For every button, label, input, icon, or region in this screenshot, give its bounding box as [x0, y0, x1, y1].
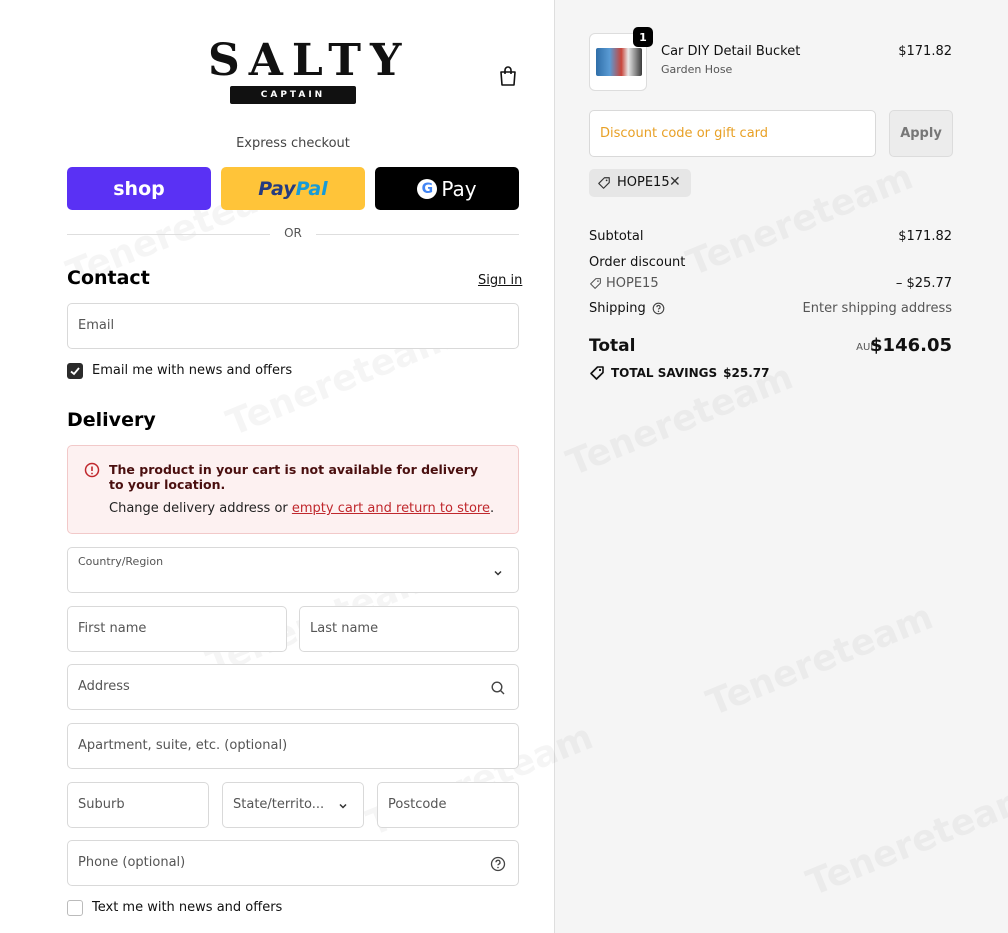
help-circle-icon[interactable] — [652, 302, 665, 315]
apartment-placeholder: Apartment, suite, etc. (optional) — [78, 738, 288, 753]
suburb-placeholder: Suburb — [78, 797, 125, 812]
shop-pay-button[interactable]: shop — [67, 167, 211, 210]
google-pay-button[interactable]: G Pay — [375, 167, 519, 210]
subtotal-label: Subtotal — [589, 229, 644, 244]
tag-icon — [590, 366, 604, 380]
address-placeholder: Address — [78, 679, 130, 694]
applied-discount-chip: HOPE15 ✕ — [589, 169, 691, 197]
first-name-placeholder: First name — [78, 621, 147, 636]
tag-icon — [598, 177, 610, 189]
total-label: Total — [589, 336, 636, 356]
email-news-label: Email me with news and offers — [92, 363, 293, 378]
subtotal-value: $171.82 — [898, 229, 952, 244]
postcode-placeholder: Postcode — [388, 797, 447, 812]
discount-placeholder: Discount code or gift card — [600, 126, 769, 141]
delivery-heading: Delivery — [67, 409, 156, 431]
email-placeholder: Email — [78, 318, 115, 333]
address-field[interactable]: Address — [67, 664, 519, 710]
country-label: Country/Region — [78, 555, 164, 568]
last-name-field[interactable]: Last name — [299, 606, 519, 652]
delivery-alert: The product in your cart is not availabl… — [67, 445, 519, 534]
total-value: $146.05 — [870, 335, 952, 356]
divider-line — [316, 234, 519, 235]
country-select[interactable]: Country/Region — [67, 547, 519, 593]
postcode-field[interactable]: Postcode — [377, 782, 519, 828]
product-image — [596, 48, 642, 76]
logo-text: SALTY — [208, 35, 411, 86]
paypal-label-2: Pal — [295, 177, 328, 200]
email-news-checkbox[interactable] — [67, 363, 83, 379]
state-placeholder: State/territo... — [233, 797, 325, 812]
google-pay-label: Pay — [441, 176, 477, 201]
alert-body-suffix: . — [489, 501, 495, 516]
applied-discount-code: HOPE15 — [617, 175, 670, 190]
bag-icon[interactable] — [498, 65, 518, 87]
discount-code-row: HOPE15 — [589, 276, 659, 291]
close-icon[interactable]: ✕ — [669, 174, 681, 190]
logo-ribbon: CAPTAIN — [230, 86, 356, 104]
chevron-down-icon — [494, 570, 502, 576]
last-name-placeholder: Last name — [310, 621, 379, 636]
first-name-field[interactable]: First name — [67, 606, 287, 652]
alert-title: The product in your cart is not availabl… — [109, 462, 479, 492]
chevron-down-icon — [339, 803, 347, 809]
google-g-icon: G — [417, 178, 438, 199]
or-divider: OR — [67, 226, 519, 242]
help-circle-icon[interactable] — [490, 856, 506, 872]
summary-discount-code: HOPE15 — [606, 276, 659, 291]
sign-in-link[interactable]: Sign in — [478, 273, 522, 288]
quantity-badge: 1 — [633, 27, 653, 47]
search-icon — [491, 681, 505, 695]
empty-cart-link[interactable]: empty cart and return to store — [292, 501, 490, 516]
product-name: Car DIY Detail Bucket — [661, 44, 801, 59]
product-variant: Garden Hose — [661, 63, 733, 76]
phone-placeholder: Phone (optional) — [78, 855, 186, 870]
apply-button[interactable]: Apply — [889, 110, 953, 157]
text-news-label: Text me with news and offers — [92, 900, 283, 915]
shipping-label: Shipping — [589, 301, 646, 316]
contact-heading: Contact — [67, 267, 150, 289]
email-field[interactable]: Email — [67, 303, 519, 349]
savings-value: $25.77 — [723, 366, 770, 380]
state-select[interactable]: State/territo... — [222, 782, 364, 828]
discount-code-input[interactable]: Discount code or gift card — [589, 110, 876, 157]
express-checkout-label: Express checkout — [236, 136, 350, 151]
total-savings: TOTAL SAVINGS $25.77 — [589, 365, 769, 381]
store-logo[interactable]: SALTY CAPTAIN — [208, 35, 411, 114]
discount-value: – $25.77 — [895, 276, 952, 291]
tag-icon — [590, 278, 601, 289]
or-label: OR — [284, 226, 302, 240]
apartment-field[interactable]: Apartment, suite, etc. (optional) — [67, 723, 519, 769]
alert-body: Change delivery address or empty cart an… — [109, 501, 494, 516]
phone-field[interactable]: Phone (optional) — [67, 840, 519, 886]
product-price: $171.82 — [898, 44, 952, 59]
shipping-value: Enter shipping address — [802, 301, 952, 316]
alert-body-prefix: Change delivery address or — [109, 501, 292, 516]
alert-icon — [84, 462, 100, 478]
paypal-button[interactable]: Pay Pal — [221, 167, 365, 210]
check-icon — [70, 367, 80, 376]
text-news-checkbox[interactable] — [67, 900, 83, 916]
suburb-field[interactable]: Suburb — [67, 782, 209, 828]
paypal-label-1: Pay — [258, 177, 296, 200]
savings-label: TOTAL SAVINGS — [611, 366, 718, 380]
shipping-row: Shipping — [589, 301, 665, 316]
shop-pay-label: shop — [113, 177, 165, 200]
order-discount-label: Order discount — [589, 255, 686, 270]
